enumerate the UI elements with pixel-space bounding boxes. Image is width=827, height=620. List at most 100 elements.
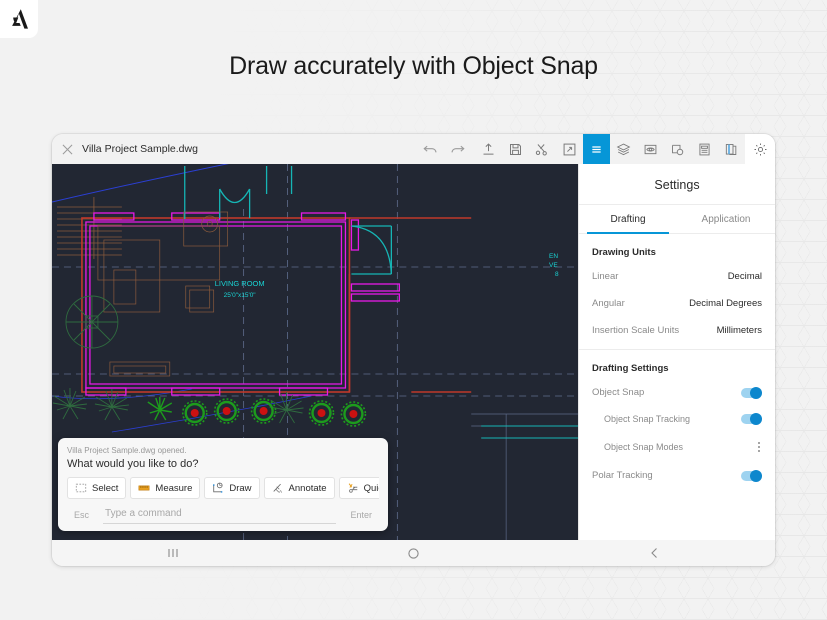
layers-button[interactable] [610, 134, 637, 164]
app-window: Villa Project Sample.dwg LIVING ROOM 25'… [52, 134, 775, 566]
select-marquee-icon [75, 483, 87, 493]
redo-button[interactable] [444, 134, 471, 164]
trim-scissors-icon [535, 143, 547, 156]
esc-button[interactable]: Esc [67, 507, 96, 523]
undo-button[interactable] [417, 134, 444, 164]
setting-row-object-snap-tracking[interactable]: Object Snap Tracking [579, 406, 775, 432]
svg-text:8: 8 [555, 271, 559, 278]
menu-button[interactable] [583, 134, 610, 164]
command-prompt-text: What would you like to do? [67, 458, 199, 470]
visibility-button[interactable] [637, 134, 664, 164]
cad-drawing-canvas[interactable]: LIVING ROOM 25'0"x15'0" EN VE 8 Villa Pr… [52, 164, 578, 540]
android-navigation-bar [52, 540, 775, 566]
toolbar-icon-group [417, 134, 775, 164]
setting-value-angular: Decimal Degrees [689, 298, 762, 309]
annotate-icon: A [272, 483, 283, 494]
eye-visibility-icon [644, 144, 657, 154]
home-circle-icon [408, 547, 419, 559]
command-action-row: Select Measure Draw A Annotate Qui [67, 477, 379, 499]
document-tab[interactable]: Villa Project Sample.dwg [52, 134, 212, 164]
layers-icon [616, 143, 631, 155]
svg-text:A: A [279, 489, 283, 494]
draw-button-label: Draw [229, 482, 252, 494]
command-status-text: Villa Project Sample.dwg opened. [67, 446, 187, 455]
enter-button[interactable]: Enter [343, 507, 379, 523]
group-header-drafting-settings: Drafting Settings [592, 363, 669, 374]
object-snap-toggle[interactable] [741, 386, 762, 399]
object-snap-tracking-toggle[interactable] [741, 413, 762, 425]
tab-drafting[interactable]: Drafting [579, 205, 677, 234]
redo-icon [451, 145, 465, 153]
group-header-drawing-units: Drawing Units [592, 247, 656, 258]
setting-row-polar-tracking[interactable]: Polar Tracking [579, 462, 775, 489]
quick-trim-button[interactable]: Quick Tr [338, 477, 379, 499]
svg-text:EN: EN [549, 253, 558, 260]
setting-label-object-snap-modes: Object Snap Modes [604, 442, 684, 452]
export-upload-icon [483, 142, 494, 155]
room-label-text: LIVING ROOM [215, 279, 265, 288]
copy-document-icon [725, 143, 737, 155]
back-button[interactable] [534, 547, 775, 559]
document-title: Villa Project Sample.dwg [82, 143, 198, 155]
annotate-button[interactable]: A Annotate [263, 477, 335, 499]
setting-row-angular[interactable]: Angular Decimal Degrees [579, 290, 775, 317]
setting-value-linear: Decimal [727, 271, 762, 282]
setting-row-object-snap[interactable]: Object Snap [579, 379, 775, 406]
quick-trim-icon [348, 483, 357, 493]
zoom-extents-icon [563, 143, 576, 155]
svg-text:VE: VE [549, 262, 558, 269]
command-input-row: Esc Enter [67, 506, 379, 524]
settings-list[interactable]: Drawing Units Linear Decimal Angular Dec… [579, 234, 775, 540]
undo-icon [423, 145, 437, 153]
recents-icon [167, 549, 178, 557]
setting-value-insertion-scale-units: Millimeters [716, 325, 762, 336]
autodesk-logo-icon [12, 9, 28, 29]
command-palette: Villa Project Sample.dwg opened. What wo… [58, 438, 388, 531]
app-body: LIVING ROOM 25'0"x15'0" EN VE 8 Villa Pr… [52, 164, 775, 540]
app-toolbar: Villa Project Sample.dwg [52, 134, 775, 164]
autodesk-logo-chip [0, 0, 38, 38]
draw-icon [213, 482, 223, 493]
polar-tracking-toggle[interactable] [741, 469, 762, 482]
setting-label-insertion-scale-units: Insertion Scale Units [592, 325, 680, 336]
setting-label-object-snap: Object Snap [592, 387, 645, 398]
setting-label-linear: Linear [592, 271, 619, 282]
command-input[interactable] [103, 506, 337, 524]
setting-row-linear[interactable]: Linear Decimal [579, 263, 775, 290]
setting-label-object-snap-tracking: Object Snap Tracking [604, 414, 691, 424]
quick-trim-button-label: Quick Tr [363, 482, 379, 494]
object-snap-icon [672, 144, 684, 155]
object-snap-modes-kebab-icon[interactable] [756, 440, 762, 454]
trim-button[interactable] [529, 134, 556, 164]
save-button[interactable] [502, 134, 529, 164]
setting-label-angular: Angular [592, 298, 625, 309]
properties-button[interactable] [691, 134, 718, 164]
recents-button[interactable] [52, 547, 293, 559]
setting-row-insertion-scale-units[interactable]: Insertion Scale Units Millimeters [579, 317, 775, 344]
properties-panel-icon [699, 143, 710, 155]
tab-application[interactable]: Application [677, 205, 775, 233]
select-button[interactable]: Select [67, 477, 127, 499]
object-snap-button[interactable] [664, 134, 691, 164]
copy-button[interactable] [718, 134, 745, 164]
draw-button[interactable]: Draw [204, 477, 260, 499]
settings-tabs: Drafting Application [579, 205, 775, 234]
back-chevron-icon [651, 548, 657, 558]
close-icon[interactable] [62, 144, 73, 155]
settings-panel: Settings Drafting Application Drawing Un… [578, 164, 775, 540]
zoom-extents-button[interactable] [556, 134, 583, 164]
select-button-label: Select [92, 482, 119, 494]
page-headline: Draw accurately with Object Snap [229, 52, 598, 80]
hamburger-menu-icon [592, 145, 601, 153]
home-button[interactable] [293, 547, 534, 560]
settings-panel-title: Settings [579, 164, 775, 205]
setting-label-polar-tracking: Polar Tracking [592, 470, 653, 481]
annotate-button-label: Annotate [288, 482, 327, 494]
setting-row-object-snap-modes[interactable]: Object Snap Modes [579, 432, 775, 462]
measure-ruler-icon [138, 485, 150, 491]
settings-button[interactable] [745, 134, 775, 164]
measure-button[interactable]: Measure [130, 477, 201, 499]
export-button[interactable] [475, 134, 502, 164]
room-dimensions-text: 25'0"x15'0" [224, 292, 257, 299]
gear-settings-icon [754, 143, 766, 155]
